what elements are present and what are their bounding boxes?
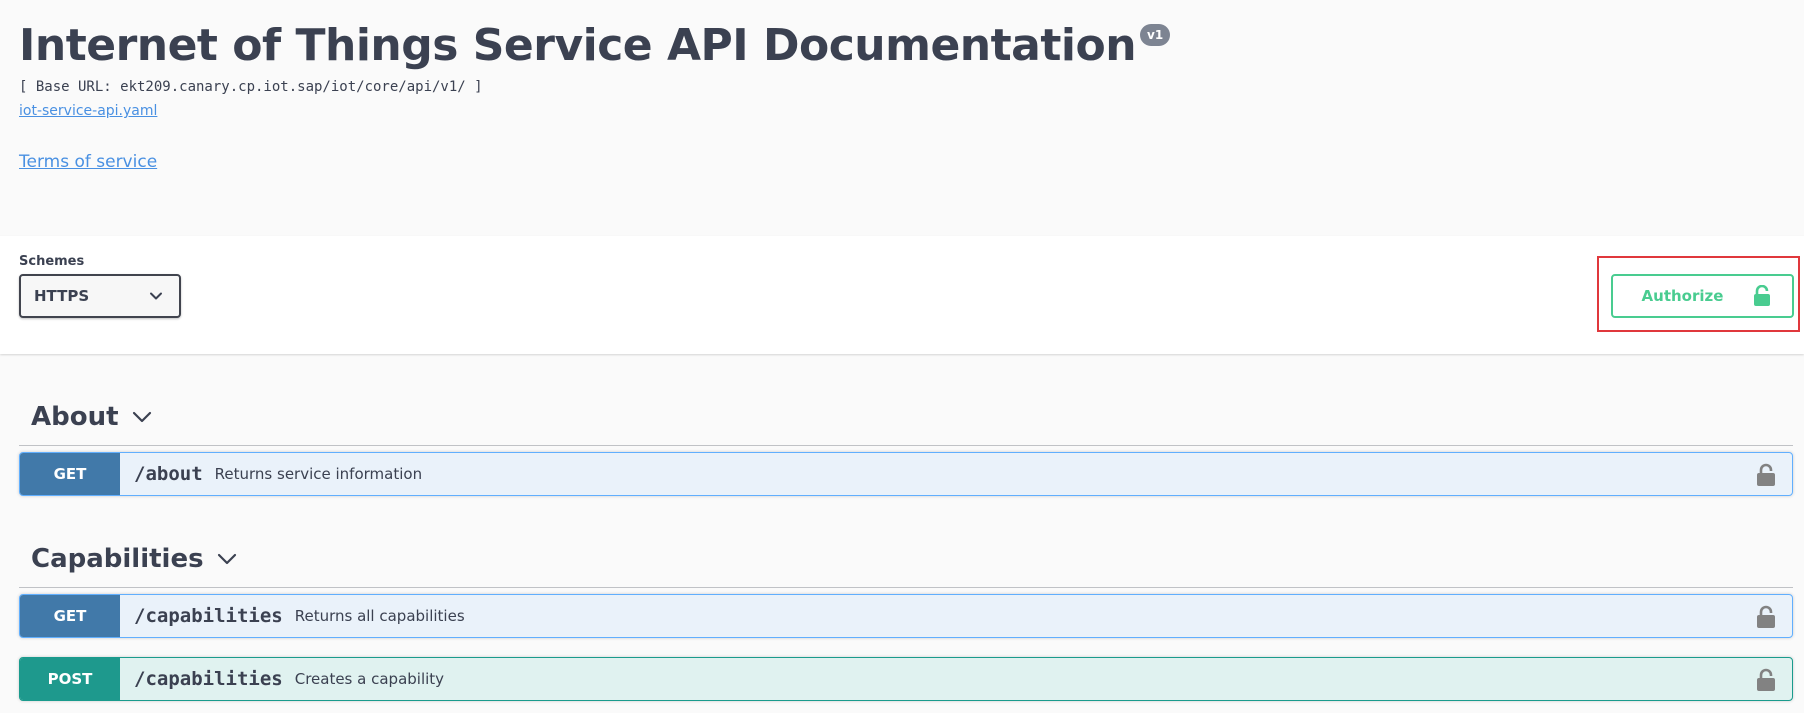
operation-summary: Returns service information — [214, 465, 423, 483]
operation-get-capabilities[interactable]: GET /capabilities Returns all capabiliti… — [19, 594, 1793, 638]
method-badge: GET — [20, 595, 120, 637]
tag-section-capabilities: Capabilities GET /capabilities Returns a… — [19, 530, 1793, 701]
operation-summary: Creates a capability — [294, 670, 445, 688]
chevron-down-icon — [150, 292, 162, 300]
tag-title: Capabilities — [31, 543, 204, 574]
tag-header-capabilities[interactable]: Capabilities — [19, 530, 1793, 588]
schemes-label: Schemes — [19, 254, 85, 269]
method-badge: POST — [20, 658, 120, 700]
page-title: Internet of Things Service API Documenta… — [19, 20, 1137, 71]
base-url: [ Base URL: ekt209.canary.cp.iot.sap/iot… — [19, 79, 483, 95]
method-badge: GET — [20, 453, 120, 495]
version-badge: v1 — [1140, 24, 1171, 46]
chevron-down-icon — [132, 411, 151, 422]
authorize-label: Authorize — [1641, 287, 1724, 305]
tag-section-about: About GET /about Returns service informa… — [19, 388, 1793, 496]
scheme-container: Schemes HTTPS Authorize — [0, 236, 1804, 354]
operation-post-capabilities[interactable]: POST /capabilities Creates a capability — [19, 657, 1793, 701]
operation-path: /capabilities — [134, 668, 283, 690]
padlock-icon[interactable] — [1756, 605, 1776, 629]
chevron-down-icon — [217, 553, 236, 564]
unlocked-padlock-icon — [1754, 285, 1771, 306]
operation-get-about[interactable]: GET /about Returns service information — [19, 452, 1793, 496]
api-info: Internet of Things Service API Documenta… — [19, 18, 1804, 172]
schemes-select[interactable]: HTTPS — [19, 274, 181, 318]
tag-header-about[interactable]: About — [19, 388, 1793, 446]
title-row: Internet of Things Service API Documenta… — [19, 18, 1804, 74]
spec-link[interactable]: iot-service-api.yaml — [19, 102, 157, 120]
operation-path: /capabilities — [134, 605, 283, 627]
terms-of-service-link[interactable]: Terms of service — [19, 151, 157, 173]
tag-title: About — [31, 401, 119, 432]
padlock-icon[interactable] — [1756, 668, 1776, 692]
authorize-button[interactable]: Authorize — [1611, 274, 1794, 318]
padlock-icon[interactable] — [1756, 463, 1776, 487]
schemes-selected-value: HTTPS — [34, 287, 90, 305]
operation-path: /about — [134, 463, 203, 485]
operation-summary: Returns all capabilities — [294, 607, 465, 625]
